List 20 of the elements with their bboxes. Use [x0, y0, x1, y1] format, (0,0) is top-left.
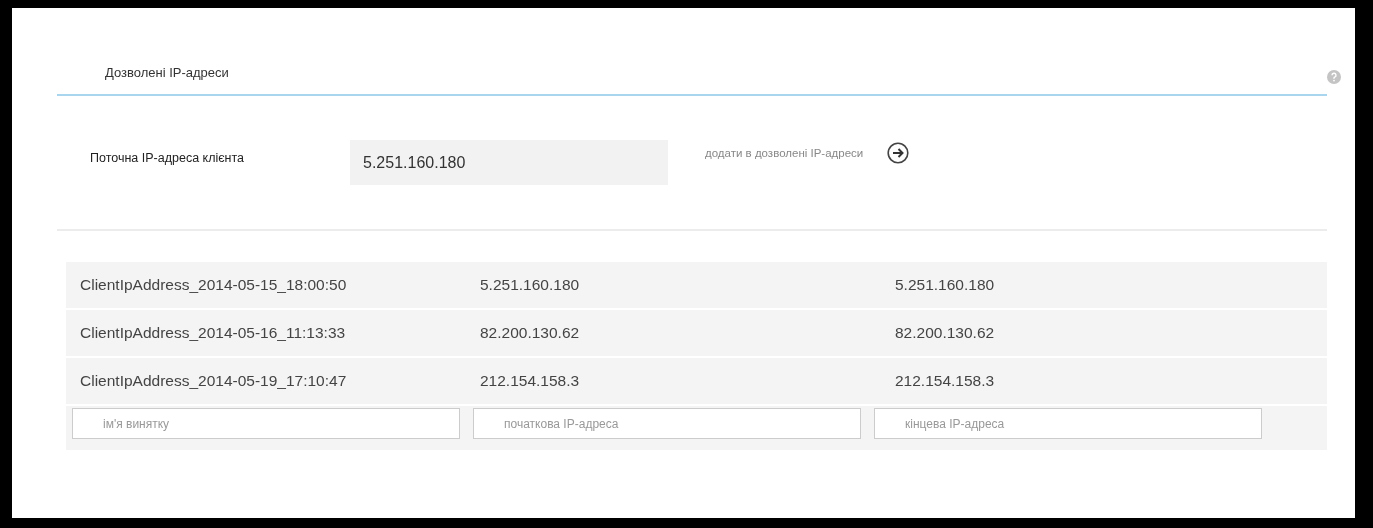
- table-cell-text: 5.251.160.180: [480, 276, 581, 294]
- table-cell-text: 212.154.158.3: [895, 372, 996, 390]
- table-cell-text: 82.200.130.62: [480, 324, 581, 342]
- table-cell-text: ClientIpAddress_2014-05-19_17:10:47: [80, 372, 348, 390]
- ip-address-field: 5.251.160.180: [350, 140, 668, 185]
- section-title: Дозволені IP-адреси: [105, 65, 229, 80]
- table-cell-text: 5.251.160.180: [895, 276, 996, 294]
- table-cell-text: ClientIpAddress_2014-05-15_18:00:50: [80, 276, 348, 294]
- start-ip-input-field[interactable]: початкова IP-адреса: [473, 408, 861, 439]
- add-link[interactable]: додати в дозволені IP-адреси: [705, 146, 864, 159]
- table-row[interactable]: ClientIpAddress_2014-05-16_11:13:33 82.200.130.62 82.200.130.62: [66, 310, 1327, 356]
- end-ip-input-field[interactable]: кінцева IP-адреса: [874, 408, 1262, 439]
- table-row[interactable]: ClientIpAddress_2014-05-19_17:10:47 212.154.158.3 212.154.158.3: [66, 358, 1327, 404]
- table-cell-text: 82.200.130.62: [895, 324, 996, 342]
- table-row[interactable]: ClientIpAddress_2014-05-15_18:00:50 5.251.160.180 5.251.160.180: [66, 262, 1327, 308]
- table-cell-text: 212.154.158.3: [480, 372, 581, 390]
- name-input-field[interactable]: ім'я винятку: [72, 408, 460, 439]
- field-label: Поточна IP-адреса клієнта: [90, 150, 246, 165]
- arrow-circle-icon[interactable]: [887, 141, 910, 164]
- table-cell-text: ClientIpAddress_2014-05-16_11:13:33: [80, 324, 347, 342]
